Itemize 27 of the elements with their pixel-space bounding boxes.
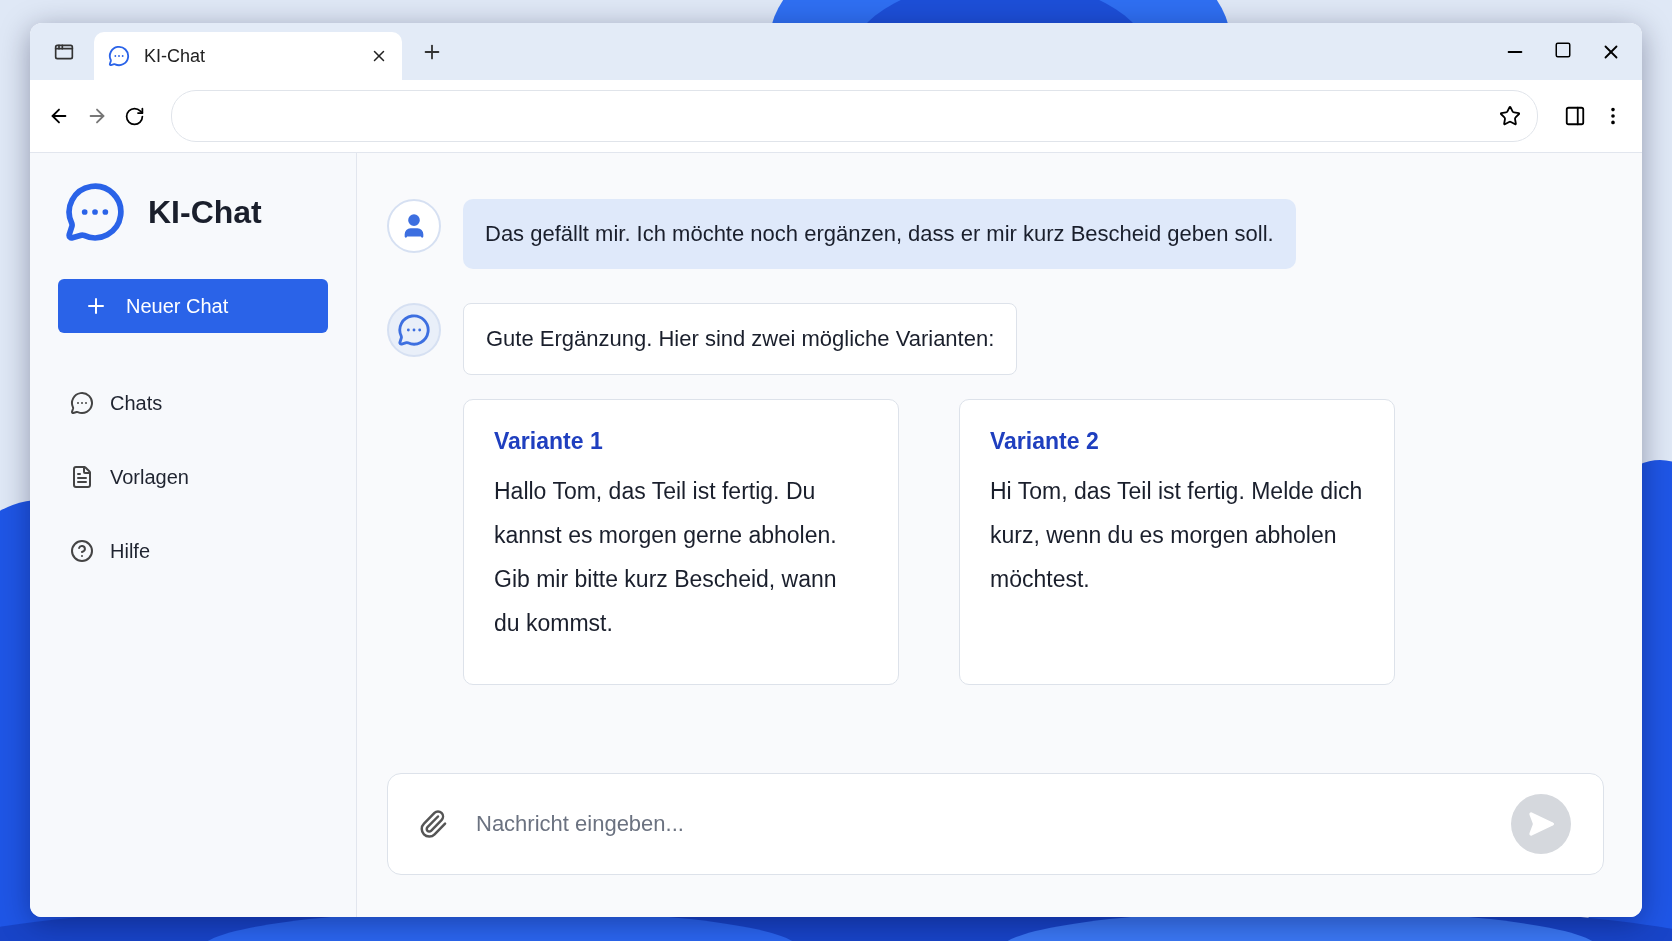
variant-title: Variante 1 [494, 428, 604, 455]
new-chat-button[interactable]: Neuer Chat [58, 279, 328, 333]
variant-text: Hi Tom, das Teil ist fertig. Melde dich kurz, wenn du es morgen abholen möchtest. [990, 477, 1364, 594]
browser-tab[interactable]: KI-Chat [94, 32, 402, 80]
star-icon[interactable] [1499, 105, 1521, 127]
maximize-icon[interactable] [1554, 40, 1572, 59]
user-avatar [387, 199, 441, 253]
send-icon [1527, 810, 1555, 838]
sidebar-item[interactable]: Chats [58, 383, 328, 423]
document-icon [70, 465, 94, 489]
message-input[interactable]: Nachricht eingeben... [474, 810, 1485, 838]
variant-title: Variante 2 [990, 428, 1100, 455]
side-panel-icon[interactable] [1564, 105, 1586, 127]
help-icon [70, 539, 94, 563]
assistant-message: Gute Ergänzung. Hier sind zwei mögliche Varianten: [463, 303, 1018, 375]
reload-icon[interactable] [124, 105, 145, 127]
paperclip-icon[interactable] [418, 809, 448, 839]
bot-avatar [387, 303, 441, 357]
user-message: Das gefällt mir. Ich möchte noch ergänzen, dass er mir kurz Bescheid geben soll. [463, 199, 1296, 269]
chat-bubble-icon [64, 181, 126, 243]
sidebar-item[interactable]: Vorlagen [58, 457, 328, 497]
app-title: KI-Chat [148, 193, 262, 231]
sidebar-item[interactable]: Hilfe [58, 531, 328, 571]
chat-bubble-icon [108, 45, 130, 67]
chat-bubble-icon [70, 391, 94, 415]
tab-title: KI-Chat [144, 45, 207, 67]
variant-text: Hallo Tom, das Teil ist fertig. Du kannst es morgen gerne abholen. Gib mir bitte kurz Bescheid, wann du kommst. [494, 477, 838, 638]
